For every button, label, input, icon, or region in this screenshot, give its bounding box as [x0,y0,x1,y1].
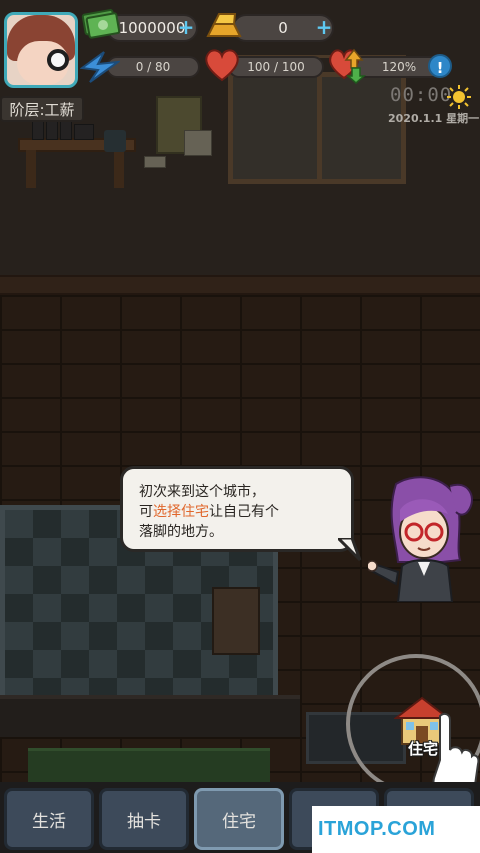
window [228,72,406,184]
rank-tag: 阶层:工薪 [0,96,84,122]
add-gold-button[interactable]: + [314,17,334,38]
wall-note [184,130,212,156]
cash-icon [80,6,120,42]
health-value: 100 / 100 [247,60,305,74]
energy-value: 0 / 80 [135,60,171,74]
pen-cup [104,130,126,152]
game-date: 2020.1.1 星期一 [388,112,480,125]
player-avatar[interactable] [4,12,78,88]
mood-value: 120% [381,60,417,74]
sun-icon [446,84,472,110]
shelf-leg [26,150,36,188]
dialog-line-3: 落脚的地方。 [139,524,223,540]
tab-life[interactable]: 生活 [4,788,94,850]
info-button[interactable]: ! [428,54,452,78]
watermark: ITMOP.COM [312,806,480,853]
speech-bubble[interactable]: 初次来到这个城市， 可选择住宅让自己有个 落脚的地方。 [120,466,354,552]
mood-heart-icon [328,46,366,84]
book [74,124,94,140]
tab-housing-label: 住宅 [222,811,256,832]
tab-gacha[interactable]: 抽卡 [99,788,189,850]
room-door [212,587,260,655]
ceiling-beam [0,275,480,295]
heart-icon [202,46,242,84]
tab-gacha-label: 抽卡 [127,811,161,832]
gold-bar-icon [202,6,246,42]
planter [28,748,270,784]
shelf-leg [114,150,124,188]
book [60,120,72,140]
lightning-icon [80,48,120,84]
watermark-text: ITMOP.COM [318,818,436,840]
dialog-highlight: 选择住宅 [153,504,209,520]
gold-value: 0 [278,19,288,37]
health-bar: 100 / 100 [228,56,324,78]
counter [0,695,300,737]
add-money-button[interactable]: + [176,17,196,38]
dialog-line-1: 初次来到这个城市， [139,484,265,500]
rank-label: 阶层:工薪 [9,100,75,119]
wall-note-small [144,156,166,168]
speech-bubble-tail [334,536,362,562]
tab-housing[interactable]: 住宅 [194,788,284,850]
tab-life-label: 生活 [32,811,66,832]
game-clock: 00:00 [390,84,453,106]
dialog-line-2: 可选择住宅让自己有个 [139,502,335,522]
guide-character [366,476,478,603]
info-glyph: ! [436,59,444,77]
energy-bar: 0 / 80 [106,56,200,78]
dialog-line-2-suffix: 让自己有个 [209,504,279,520]
dialog-line-2-prefix: 可 [139,504,153,520]
